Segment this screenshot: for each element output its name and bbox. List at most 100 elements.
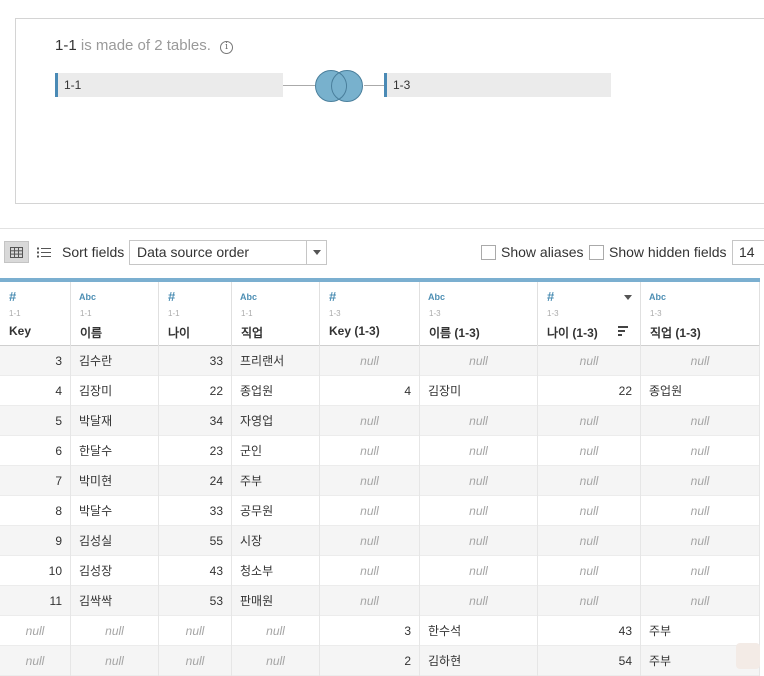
chevron-down-icon[interactable] [306,241,326,264]
column-name[interactable]: 이름 [80,324,102,341]
column-name[interactable]: 직업 (1-3) [650,324,701,341]
number-type-icon[interactable]: # [547,289,554,304]
table-cell[interactable]: 김장미 [420,376,538,406]
table-cell[interactable]: null [320,406,420,436]
table-cell[interactable]: null [420,436,538,466]
table-cell[interactable]: null [538,496,641,526]
table-cell[interactable]: 55 [159,526,232,556]
table-cell[interactable]: null [420,496,538,526]
grid-view-icon[interactable] [4,241,29,263]
table-cell[interactable]: 10 [0,556,71,586]
table-cell[interactable]: null [159,616,232,646]
table-cell[interactable]: null [320,526,420,556]
table-cell[interactable]: null [538,436,641,466]
column-name[interactable]: Key (1-3) [329,324,380,338]
table-cell[interactable]: 김수란 [71,346,159,376]
inner-join-venn-icon[interactable] [314,69,364,103]
table-cell[interactable]: null [71,616,159,646]
number-type-icon[interactable]: # [168,289,175,304]
table-cell[interactable]: 9 [0,526,71,556]
table-cell[interactable]: null [420,406,538,436]
column-header[interactable]: #1-1나이 [159,282,232,346]
table-cell[interactable]: null [641,466,760,496]
table-cell[interactable]: 공무원 [232,496,320,526]
table-cell[interactable]: 김하현 [420,646,538,676]
table-cell[interactable]: 43 [159,556,232,586]
table-cell[interactable]: null [320,586,420,616]
table-cell[interactable]: 11 [0,586,71,616]
table-cell[interactable]: null [420,556,538,586]
column-name[interactable]: 나이 (1-3) [547,324,598,341]
table-cell[interactable]: 23 [159,436,232,466]
column-name[interactable]: 이름 (1-3) [429,324,480,341]
show-hidden-fields-label[interactable]: Show hidden fields [609,244,727,260]
number-type-icon[interactable]: # [9,289,16,304]
table-cell[interactable]: 3 [0,346,71,376]
table-cell[interactable]: null [420,586,538,616]
table-cell[interactable]: 43 [538,616,641,646]
number-type-icon[interactable]: # [329,289,336,304]
table-cell[interactable]: 김싹싹 [71,586,159,616]
table-cell[interactable]: null [538,556,641,586]
table-cell[interactable]: null [641,586,760,616]
table-cell[interactable]: 한수석 [420,616,538,646]
column-name[interactable]: 직업 [241,324,263,341]
column-header[interactable]: Abc1-3이름 (1-3) [420,282,538,346]
table-cell[interactable]: 4 [320,376,420,406]
column-name[interactable]: 나이 [168,324,190,341]
table-cell[interactable]: null [641,436,760,466]
table-cell[interactable]: null [71,646,159,676]
table-cell[interactable]: 김장미 [71,376,159,406]
column-name[interactable]: Key [9,324,31,338]
column-header[interactable]: #1-3나이 (1-3) [538,282,641,346]
sort-descending-icon[interactable] [618,326,628,336]
table-cell[interactable]: 판매원 [232,586,320,616]
table-cell[interactable]: null [538,346,641,376]
table-cell[interactable]: 8 [0,496,71,526]
table-cell[interactable]: null [0,646,71,676]
table-cell[interactable]: 시장 [232,526,320,556]
table-cell[interactable]: 24 [159,466,232,496]
table-cell[interactable]: 한달수 [71,436,159,466]
table-cell[interactable]: 프리랜서 [232,346,320,376]
string-type-icon[interactable]: Abc [428,292,445,302]
table-cell[interactable]: null [232,616,320,646]
right-table-pill[interactable]: 1-3 [384,73,611,97]
table-cell[interactable]: null [320,496,420,526]
table-cell[interactable]: 5 [0,406,71,436]
table-cell[interactable]: 4 [0,376,71,406]
table-cell[interactable]: null [538,526,641,556]
left-table-pill[interactable]: 1-1 [55,73,283,97]
column-header[interactable]: #1-1Key [0,282,71,346]
sort-fields-select[interactable]: Data source order [129,240,327,265]
table-cell[interactable]: 청소부 [232,556,320,586]
table-cell[interactable]: null [0,616,71,646]
table-cell[interactable]: 자영업 [232,406,320,436]
table-cell[interactable]: null [641,556,760,586]
table-cell[interactable]: 33 [159,496,232,526]
table-cell[interactable]: 박달재 [71,406,159,436]
table-cell[interactable]: null [538,406,641,436]
table-cell[interactable]: 박달수 [71,496,159,526]
table-cell[interactable]: 54 [538,646,641,676]
table-cell[interactable]: null [538,466,641,496]
table-cell[interactable]: 33 [159,346,232,376]
list-view-icon[interactable] [33,241,55,263]
table-cell[interactable]: 34 [159,406,232,436]
table-cell[interactable]: null [320,436,420,466]
string-type-icon[interactable]: Abc [240,292,257,302]
column-header[interactable]: #1-3Key (1-3) [320,282,420,346]
table-cell[interactable]: null [320,466,420,496]
column-header[interactable]: Abc1-3직업 (1-3) [641,282,760,346]
table-cell[interactable]: null [641,406,760,436]
table-cell[interactable]: 22 [159,376,232,406]
table-cell[interactable]: 종업원 [232,376,320,406]
table-cell[interactable]: 2 [320,646,420,676]
table-cell[interactable]: 53 [159,586,232,616]
table-cell[interactable]: 3 [320,616,420,646]
table-cell[interactable]: null [641,526,760,556]
table-cell[interactable]: null [420,526,538,556]
table-cell[interactable]: 6 [0,436,71,466]
table-cell[interactable]: 22 [538,376,641,406]
show-aliases-label[interactable]: Show aliases [501,244,584,260]
